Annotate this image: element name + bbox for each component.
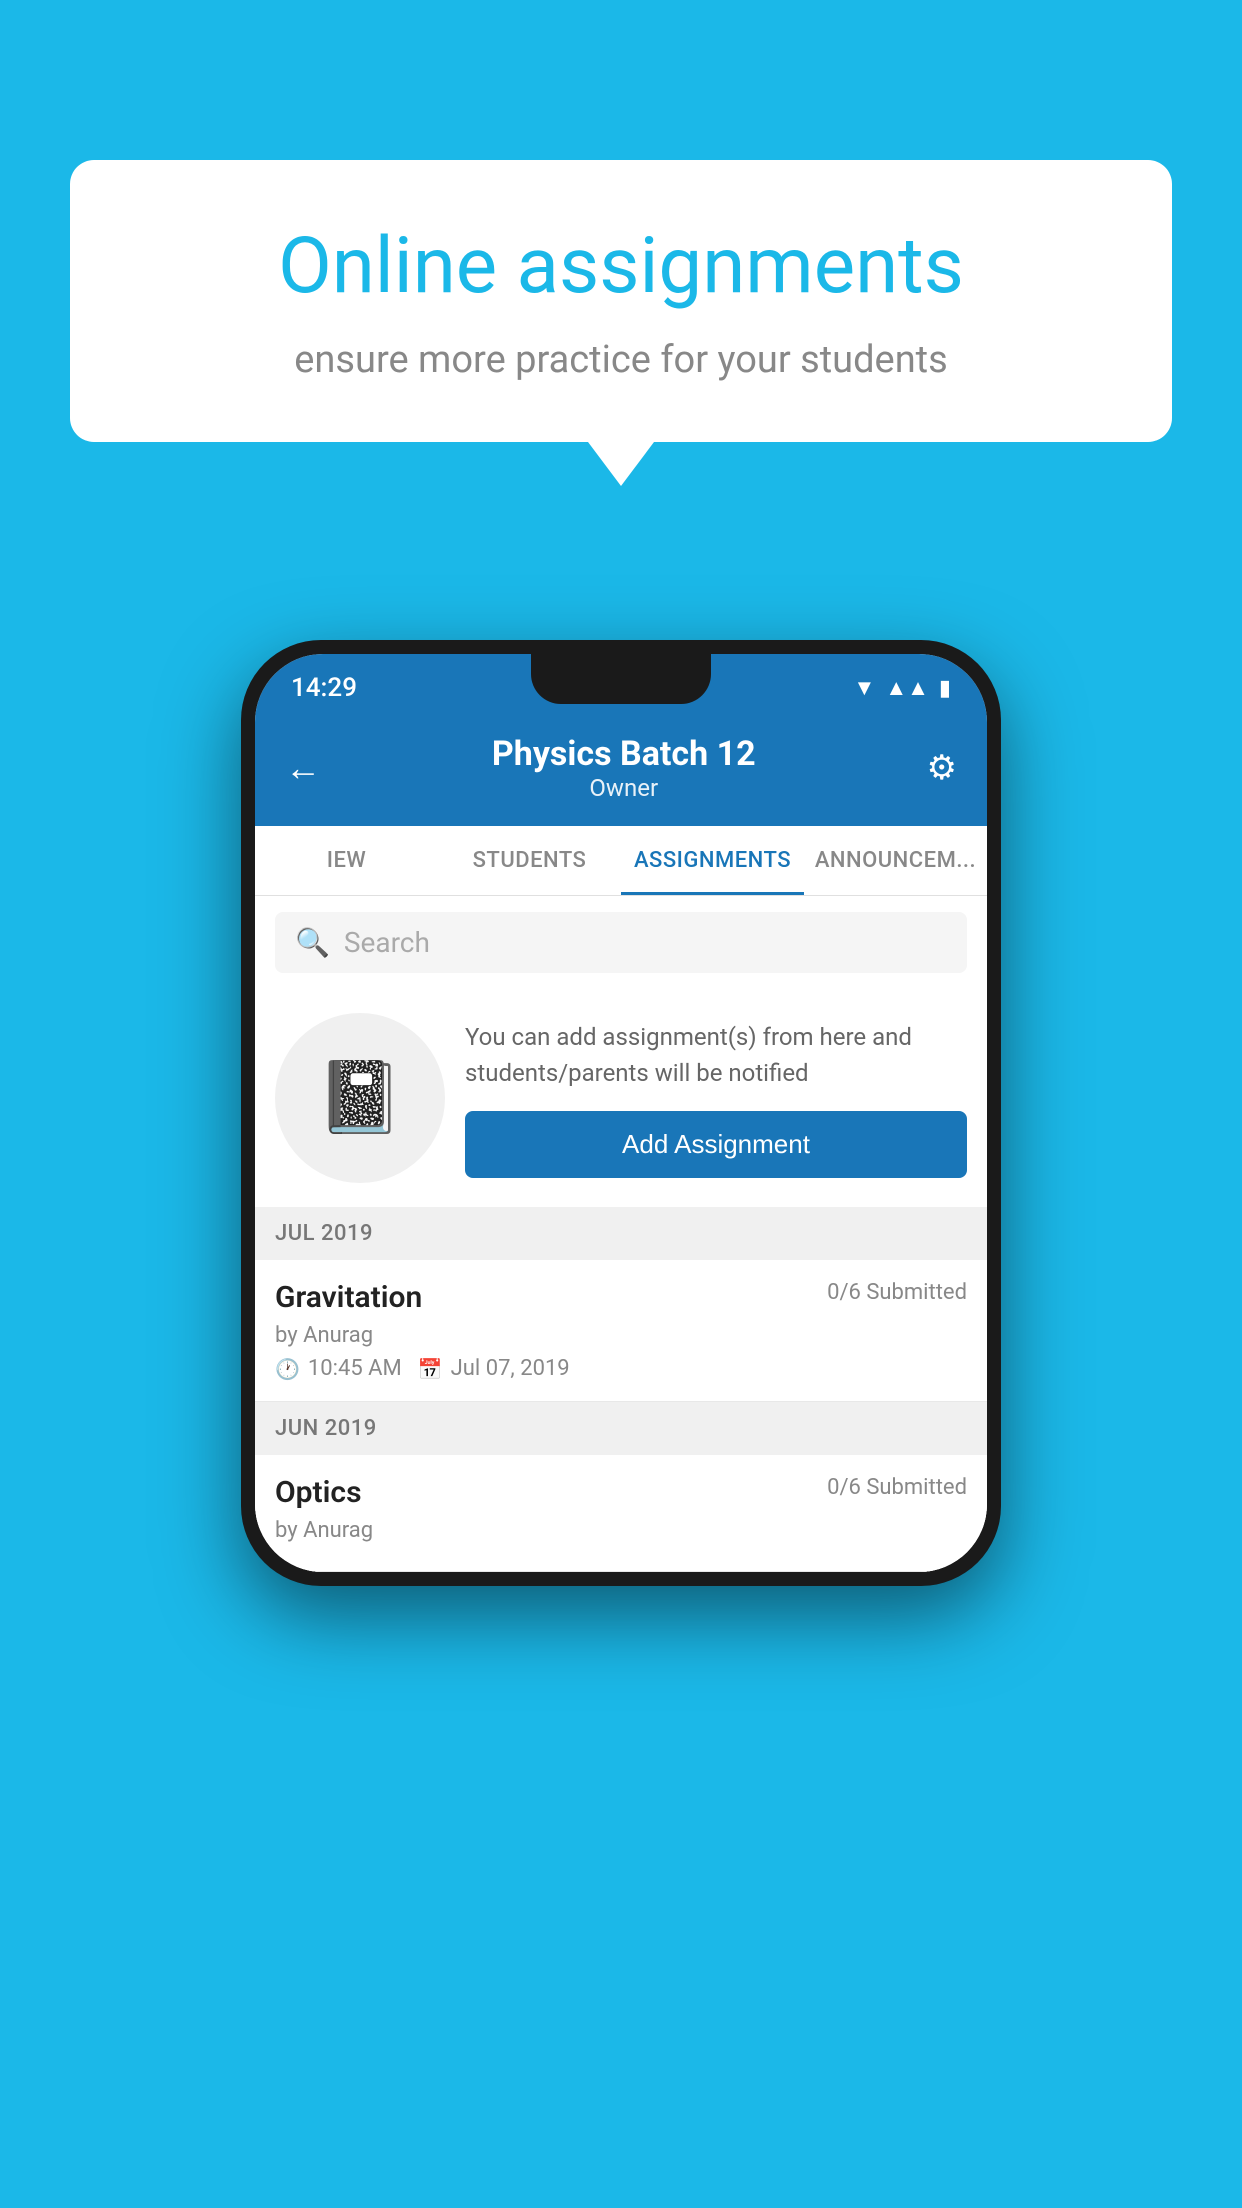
- app-bar-center: Physics Batch 12 Owner: [492, 734, 756, 802]
- phone-notch: [531, 654, 711, 704]
- clock-icon: 🕐: [275, 1357, 300, 1381]
- promo-text-area: You can add assignment(s) from here and …: [465, 1019, 967, 1178]
- section-header-jul: JUL 2019: [255, 1207, 987, 1260]
- promo-icon-circle: 📓: [275, 1013, 445, 1183]
- notebook-icon: 📓: [316, 1057, 403, 1139]
- back-button[interactable]: ←: [285, 747, 321, 789]
- tabs-bar: IEW STUDENTS ASSIGNMENTS ANNOUNCEM...: [255, 826, 987, 896]
- phone-screen: 14:29 ▼ ▲▲ ▮ ← Physics Batch 12 Owner ⚙ …: [255, 654, 987, 1572]
- signal-icon: ▲▲: [885, 675, 929, 701]
- assignment-header-optics: Optics 0/6 Submitted: [275, 1475, 967, 1510]
- status-icons: ▼ ▲▲ ▮: [854, 675, 951, 701]
- promo-description: You can add assignment(s) from here and …: [465, 1019, 967, 1091]
- assignment-submitted: 0/6 Submitted: [827, 1280, 967, 1305]
- calendar-icon: 📅: [418, 1357, 443, 1381]
- search-container: 🔍 Search: [255, 896, 987, 989]
- assignment-title: Gravitation: [275, 1280, 422, 1315]
- assignment-item-gravitation[interactable]: Gravitation 0/6 Submitted by Anurag 🕐 10…: [255, 1260, 987, 1402]
- speech-bubble: Online assignments ensure more practice …: [70, 160, 1172, 442]
- app-bar-title: Physics Batch 12: [492, 734, 756, 774]
- assignment-date: 📅 Jul 07, 2019: [418, 1356, 570, 1381]
- phone-outer: 14:29 ▼ ▲▲ ▮ ← Physics Batch 12 Owner ⚙ …: [241, 640, 1001, 1586]
- assignment-submitted-optics: 0/6 Submitted: [827, 1475, 967, 1500]
- tab-students[interactable]: STUDENTS: [438, 826, 621, 895]
- wifi-icon: ▼: [854, 675, 876, 701]
- assignment-by: by Anurag: [275, 1323, 967, 1348]
- promo-card: 📓 You can add assignment(s) from here an…: [255, 989, 987, 1207]
- bubble-title: Online assignments: [140, 220, 1102, 314]
- search-input[interactable]: Search: [344, 926, 430, 959]
- phone-wrapper: 14:29 ▼ ▲▲ ▮ ← Physics Batch 12 Owner ⚙ …: [241, 640, 1001, 1586]
- tab-announcements[interactable]: ANNOUNCEM...: [804, 826, 987, 895]
- content-area: 🔍 Search 📓 You can add assignment(s) fro…: [255, 896, 987, 1572]
- app-bar-subtitle: Owner: [492, 774, 756, 802]
- tab-iew[interactable]: IEW: [255, 826, 438, 895]
- assignment-by-optics: by Anurag: [275, 1518, 967, 1543]
- add-assignment-button[interactable]: Add Assignment: [465, 1111, 967, 1178]
- assignment-item-optics[interactable]: Optics 0/6 Submitted by Anurag: [255, 1455, 987, 1572]
- assignment-meta: 🕐 10:45 AM 📅 Jul 07, 2019: [275, 1356, 967, 1381]
- bubble-subtitle: ensure more practice for your students: [140, 338, 1102, 382]
- assignment-header: Gravitation 0/6 Submitted: [275, 1280, 967, 1315]
- assignment-time: 🕐 10:45 AM: [275, 1356, 402, 1381]
- speech-bubble-container: Online assignments ensure more practice …: [70, 160, 1172, 442]
- status-time: 14:29: [291, 673, 357, 703]
- search-box[interactable]: 🔍 Search: [275, 912, 967, 973]
- battery-icon: ▮: [939, 676, 951, 701]
- search-icon: 🔍: [295, 926, 330, 959]
- tab-assignments[interactable]: ASSIGNMENTS: [621, 826, 804, 895]
- section-header-jun: JUN 2019: [255, 1402, 987, 1455]
- settings-icon[interactable]: ⚙: [927, 748, 957, 788]
- assignment-title-optics: Optics: [275, 1475, 362, 1510]
- app-bar: ← Physics Batch 12 Owner ⚙: [255, 714, 987, 826]
